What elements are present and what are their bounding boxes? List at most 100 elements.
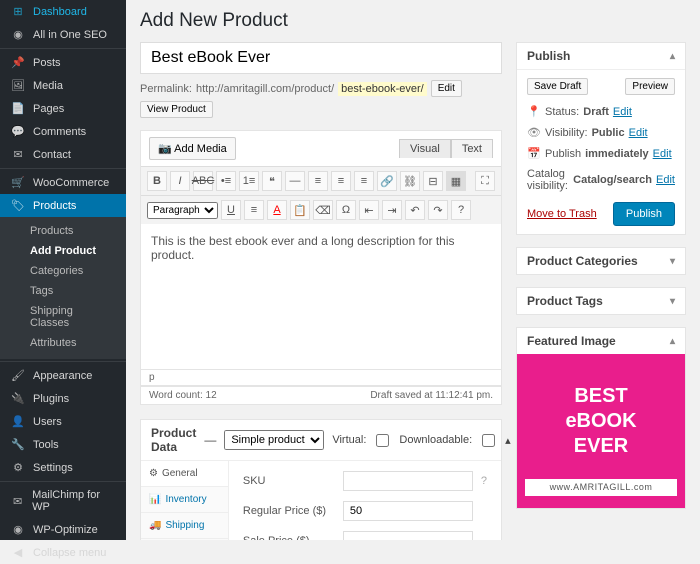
sidebar-item-products[interactable]: 🏷Products — [0, 194, 126, 217]
sidebar-item-contact[interactable]: ✉Contact — [0, 143, 126, 166]
hr-button[interactable]: — — [285, 171, 305, 191]
save-draft-button[interactable]: Save Draft — [527, 78, 588, 95]
permalink-edit-button[interactable]: Edit — [431, 80, 462, 97]
tab-text[interactable]: Text — [451, 139, 493, 158]
editor-textarea[interactable]: This is the best ebook ever and a long d… — [141, 224, 501, 369]
help-icon[interactable]: ? — [481, 475, 487, 487]
menu-icon: ⚙ — [10, 461, 26, 474]
underline-button[interactable]: U — [221, 200, 241, 220]
sidebar-item-tools[interactable]: 🔧Tools — [0, 433, 126, 456]
sidebar-sub-shipping-classes[interactable]: Shipping Classes — [0, 301, 126, 333]
bold-button[interactable]: B — [147, 171, 167, 191]
paste-text-button[interactable]: 📋 — [290, 200, 310, 220]
align-left-button[interactable]: ≡ — [308, 171, 328, 191]
panel-toggle-icon[interactable]: ▴ — [505, 434, 511, 447]
eye-icon: 👁 — [527, 126, 541, 139]
textcolor-button[interactable]: A — [267, 200, 287, 220]
permalink-slug[interactable]: best-ebook-ever/ — [338, 82, 427, 96]
sidebar-sub-attributes[interactable]: Attributes — [0, 333, 126, 353]
publish-button[interactable]: Publish — [613, 202, 675, 226]
toolbar-toggle-button[interactable]: ▦ — [446, 171, 466, 191]
autosave-status: Draft saved at 11:12:41 pm. — [370, 390, 493, 401]
number-list-button[interactable]: 1≡ — [239, 171, 259, 191]
sidebar-item-posts[interactable]: 📌Posts — [0, 51, 126, 74]
sidebar-item-users[interactable]: 👤Users — [0, 410, 126, 433]
pd-tab-shipping[interactable]: 🚚 Shipping — [141, 513, 228, 539]
product-title-input[interactable] — [140, 42, 502, 74]
redo-button[interactable]: ↷ — [428, 200, 448, 220]
pd-tab-general[interactable]: ⚙ General — [141, 461, 228, 487]
sidebar-item-plugins[interactable]: 🔌Plugins — [0, 387, 126, 410]
more-button[interactable]: ⊟ — [423, 171, 443, 191]
strike-button[interactable]: ABC — [193, 171, 213, 191]
calendar-icon: 📅 — [527, 147, 541, 160]
menu-icon: ✉ — [10, 495, 25, 508]
paragraph-select[interactable]: Paragraph — [147, 202, 218, 219]
permalink-row: Permalink: http://amritagill.com/product… — [140, 80, 502, 118]
tab-icon: 📊 — [149, 494, 161, 505]
downloadable-checkbox[interactable] — [482, 434, 495, 447]
tab-visual[interactable]: Visual — [399, 139, 451, 158]
quote-button[interactable]: ❝ — [262, 171, 282, 191]
sku-input[interactable] — [343, 471, 473, 491]
sidebar-sub-products[interactable]: Products — [0, 221, 126, 241]
pd-tab-inventory[interactable]: 📊 Inventory — [141, 487, 228, 513]
italic-button[interactable]: I — [170, 171, 190, 191]
preview-button[interactable]: Preview — [625, 78, 675, 95]
sidebar-sub-categories[interactable]: Categories — [0, 261, 126, 281]
tab-icon: 🚚 — [149, 520, 161, 531]
trash-link[interactable]: Move to Trash — [527, 208, 597, 220]
sale-price-input[interactable] — [343, 531, 473, 540]
unlink-button[interactable]: ⛓ — [400, 171, 420, 191]
sidebar-item-collapse-menu[interactable]: ◀Collapse menu — [0, 541, 126, 564]
align-center-button[interactable]: ≡ — [331, 171, 351, 191]
fullscreen-button[interactable]: ⛶ — [475, 171, 495, 191]
catalog-edit-link[interactable]: Edit — [656, 174, 675, 186]
sidebar-sub-tags[interactable]: Tags — [0, 281, 126, 301]
indent-button[interactable]: ⇥ — [382, 200, 402, 220]
schedule-edit-link[interactable]: Edit — [653, 148, 672, 160]
sidebar-item-pages[interactable]: 📄Pages — [0, 97, 126, 120]
undo-button[interactable]: ↶ — [405, 200, 425, 220]
status-edit-link[interactable]: Edit — [613, 106, 632, 118]
regular-price-label: Regular Price ($) — [243, 505, 343, 517]
align-right-button[interactable]: ≡ — [354, 171, 374, 191]
tags-panel[interactable]: Product Tags▾ — [516, 287, 686, 315]
clear-format-button[interactable]: ⌫ — [313, 200, 333, 220]
sidebar-item-comments[interactable]: 💬Comments — [0, 120, 126, 143]
publish-panel: Publish▴ Save Draft Preview 📍Status: Dra… — [516, 42, 686, 235]
sidebar-item-dashboard[interactable]: ⊞Dashboard — [0, 0, 126, 23]
sidebar-item-all-in-one-seo[interactable]: ◉All in One SEO — [0, 23, 126, 46]
outdent-button[interactable]: ⇤ — [359, 200, 379, 220]
sidebar-item-media[interactable]: 🖼Media — [0, 74, 126, 97]
special-char-button[interactable]: Ω — [336, 200, 356, 220]
add-media-button[interactable]: 📷 Add Media — [149, 137, 236, 160]
bullet-list-button[interactable]: •≡ — [216, 171, 236, 191]
menu-icon: 🔧 — [10, 438, 26, 451]
featured-image[interactable]: BEST eBOOK EVER www.AMRITAGILL.com — [517, 354, 685, 508]
link-button[interactable]: 🔗 — [377, 171, 397, 191]
product-type-select[interactable]: Simple product — [224, 430, 324, 450]
virtual-checkbox[interactable] — [376, 434, 389, 447]
sidebar-item-appearance[interactable]: 🖌Appearance — [0, 364, 126, 387]
categories-panel[interactable]: Product Categories▾ — [516, 247, 686, 275]
sale-price-label: Sale Price ($) — [243, 535, 343, 540]
permalink-label: Permalink: — [140, 83, 192, 95]
sidebar-sub-add-product[interactable]: Add Product — [0, 241, 126, 261]
editor-path: p — [141, 370, 501, 386]
sidebar-item-mailchimp-for-wp[interactable]: ✉MailChimp for WP — [0, 484, 126, 518]
permalink-base: http://amritagill.com/product/ — [196, 83, 334, 95]
sidebar-item-woocommerce[interactable]: 🛒WooCommerce — [0, 171, 126, 194]
product-data-title: Product Data — [151, 426, 196, 454]
view-product-button[interactable]: View Product — [140, 101, 213, 118]
justify-button[interactable]: ≡ — [244, 200, 264, 220]
publish-header[interactable]: Publish▴ — [517, 43, 685, 69]
sidebar-item-wp-optimize[interactable]: ◉WP-Optimize — [0, 518, 126, 541]
help-button[interactable]: ? — [451, 200, 471, 220]
sidebar-item-settings[interactable]: ⚙Settings — [0, 456, 126, 479]
visibility-edit-link[interactable]: Edit — [629, 127, 648, 139]
virtual-label: Virtual: — [332, 434, 366, 446]
regular-price-input[interactable] — [343, 501, 473, 521]
menu-icon: 🖼 — [10, 79, 26, 92]
downloadable-label: Downloadable: — [399, 434, 472, 446]
